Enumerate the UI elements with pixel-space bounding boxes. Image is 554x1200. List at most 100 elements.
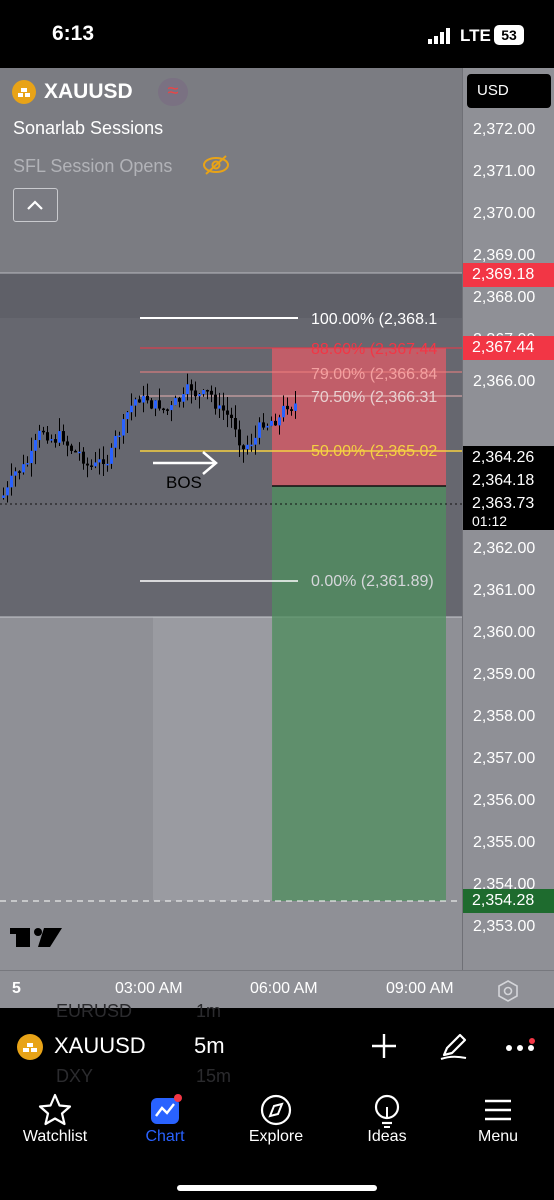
candle-body xyxy=(86,463,89,466)
chevron-up-icon xyxy=(27,200,43,210)
candle-body xyxy=(26,463,29,465)
more-options-icon[interactable] xyxy=(504,1038,536,1058)
candle-body xyxy=(6,487,9,496)
candle-body xyxy=(290,409,293,411)
candle-body xyxy=(38,430,41,441)
candle-body xyxy=(18,471,21,473)
candle-body xyxy=(22,464,25,473)
currency-button[interactable]: USD xyxy=(467,74,551,108)
candle-body xyxy=(30,450,33,464)
candle-body xyxy=(214,394,217,409)
fib-label-0: 0.00% (2,361.89) xyxy=(311,573,434,590)
candle-body xyxy=(14,471,17,476)
session-column-light xyxy=(153,617,273,901)
settings-hex-icon[interactable] xyxy=(496,979,520,1003)
candle-body xyxy=(154,400,157,409)
price-label-stack: 2,364.26 2,364.18 2,363.73 01:12 xyxy=(463,446,554,530)
price-axis[interactable]: 2,373.002,372.002,371.002,370.002,369.00… xyxy=(462,68,554,970)
candle-body xyxy=(246,444,249,450)
fib-label-50: 50.00% (2,365.02 xyxy=(311,443,438,460)
bottom-tab-bar: Watchlist Chart Explore Ideas Menu xyxy=(0,1082,554,1200)
candle-body xyxy=(58,431,61,443)
candle-body xyxy=(94,462,97,467)
candle-body xyxy=(70,445,73,451)
price-tick: 2,360.00 xyxy=(473,624,536,641)
symbol-search-button[interactable]: XAUUSD xyxy=(54,1033,146,1059)
candle-body xyxy=(126,412,129,420)
price-tick: 2,356.00 xyxy=(473,792,536,809)
menu-icon xyxy=(478,1092,518,1128)
lightbulb-icon xyxy=(367,1092,407,1128)
price-tick: 2,366.00 xyxy=(473,373,536,390)
candle-body xyxy=(222,405,225,411)
drawing-pen-icon[interactable] xyxy=(438,1030,470,1062)
signal-icon xyxy=(428,28,454,44)
symbol-bar: EURUSD 1m XAUUSD 5m DXY 15m xyxy=(0,1001,554,1086)
price-tick: 2,362.00 xyxy=(473,540,536,557)
candle-body xyxy=(142,395,145,403)
candle-body xyxy=(266,425,269,428)
price-tick: 2,355.00 xyxy=(473,834,536,851)
tab-ideas[interactable]: Ideas xyxy=(332,1082,442,1162)
tab-watchlist[interactable]: Watchlist xyxy=(0,1082,110,1162)
candle-body xyxy=(206,390,209,392)
take-profit-zone xyxy=(272,486,446,901)
candle-body xyxy=(190,384,193,391)
candle-body xyxy=(258,422,261,438)
tab-menu-label: Menu xyxy=(477,1128,519,1145)
candle-body xyxy=(118,435,121,438)
price-label-fib: 2,367.44 xyxy=(463,336,554,360)
price-tick: 2,358.00 xyxy=(473,708,536,725)
chart-icon xyxy=(145,1092,185,1128)
tab-explore-label: Explore xyxy=(248,1128,304,1145)
price-tick: 2,359.00 xyxy=(473,666,536,683)
ask-price: 2,364.18 xyxy=(472,472,535,489)
candle-body xyxy=(114,435,117,448)
collapse-legend-button[interactable] xyxy=(13,188,58,222)
candle-body xyxy=(174,398,177,406)
candle-body xyxy=(158,400,161,409)
candle-body xyxy=(42,430,45,433)
network-label: LTE xyxy=(460,26,491,45)
candle-body xyxy=(66,441,69,446)
candle-body xyxy=(98,459,101,463)
market-status-icon[interactable]: ≈ xyxy=(158,78,188,106)
candle-body xyxy=(34,440,37,451)
price-tick: 2,353.00 xyxy=(473,918,536,935)
interval-indicator[interactable]: 5 xyxy=(12,980,21,998)
price-label-session-high: 2,369.18 xyxy=(463,263,554,287)
candle-body xyxy=(194,390,197,397)
candle-body xyxy=(230,414,233,419)
candle-body xyxy=(202,390,205,395)
symbol-logo xyxy=(12,80,36,104)
candle-body xyxy=(162,408,165,411)
candle-body xyxy=(170,405,173,411)
last-price: 2,363.73 xyxy=(472,495,535,512)
interval-button[interactable]: 5m xyxy=(194,1033,225,1059)
eye-hidden-icon[interactable] xyxy=(202,154,230,176)
candle-body xyxy=(46,432,49,441)
candle-body xyxy=(134,399,137,406)
tab-explore[interactable]: Explore xyxy=(221,1082,331,1162)
indicator-sfl[interactable]: SFL Session Opens xyxy=(13,156,172,177)
time-label-0300: 03:00 AM xyxy=(115,980,183,997)
candle-body xyxy=(262,422,265,428)
tab-menu[interactable]: Menu xyxy=(443,1082,553,1162)
bos-annotation[interactable]: BOS xyxy=(166,473,202,493)
fib-label-886: 88.60% (2,367.44 xyxy=(311,341,438,358)
legend-symbol[interactable]: XAUUSD xyxy=(44,80,133,104)
candle-body xyxy=(182,394,185,402)
indicator-sonarlab[interactable]: Sonarlab Sessions xyxy=(13,118,163,139)
tab-chart[interactable]: Chart xyxy=(110,1082,220,1162)
fib-label-79: 79.00% (2,366.84 xyxy=(311,366,438,383)
candle-body xyxy=(102,459,105,465)
add-icon[interactable] xyxy=(370,1032,398,1060)
candle-body xyxy=(198,394,201,397)
star-icon xyxy=(35,1092,75,1128)
candle-body xyxy=(294,403,297,411)
candle-body xyxy=(122,419,125,436)
price-tick: 2,368.00 xyxy=(473,289,536,306)
chart-canvas[interactable]: XAUUSD ≈ Sonarlab Sessions SFL Session O… xyxy=(0,68,462,970)
bar-countdown: 01:12 xyxy=(472,513,508,529)
candle-body xyxy=(254,437,257,445)
